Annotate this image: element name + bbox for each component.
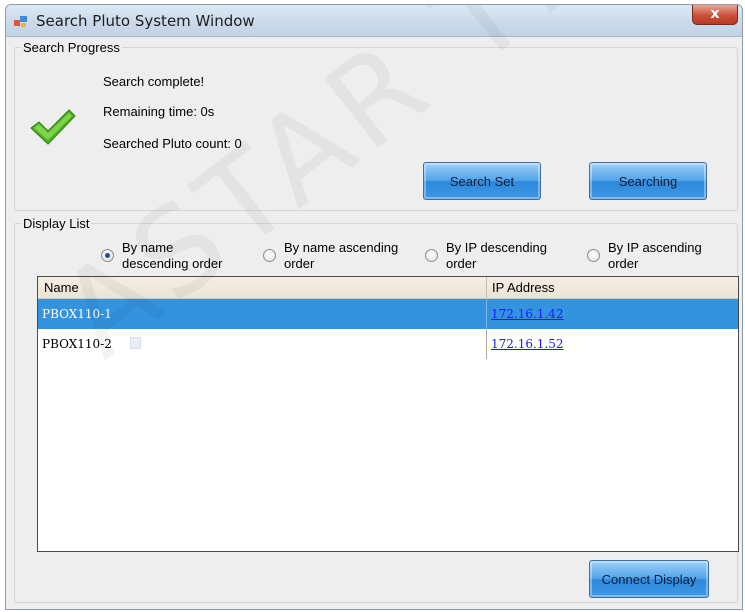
row-marker: [130, 337, 141, 349]
ip-address-link[interactable]: 172.16.1.42: [491, 307, 564, 321]
ip-address-link[interactable]: 172.16.1.52: [491, 337, 564, 351]
column-header-name[interactable]: Name: [44, 280, 79, 295]
column-divider[interactable]: [486, 277, 487, 299]
radio-button-icon: [263, 249, 276, 262]
device-list-view[interactable]: Name IP Address PBOX110-1 172.16.1.42 PB…: [37, 276, 739, 552]
radio-label: By name ascending order: [284, 240, 399, 271]
search-status-text: Search complete!: [103, 74, 205, 89]
searching-button[interactable]: Searching: [589, 162, 707, 200]
sort-name-asc-radio[interactable]: By name ascending order: [263, 240, 414, 272]
sort-name-desc-radio[interactable]: By name descending order: [101, 240, 238, 272]
radio-label: By name descending order: [122, 240, 223, 271]
connect-display-button[interactable]: Connect Display: [589, 560, 709, 598]
radio-label: By IP ascending order: [608, 240, 702, 271]
sort-ip-desc-radio[interactable]: By IP descending order: [425, 240, 566, 272]
search-progress-group: Search Progress Search complete! Remaini…: [14, 40, 738, 211]
column-header-ip[interactable]: IP Address: [492, 280, 555, 295]
search-progress-legend: Search Progress: [21, 40, 122, 55]
search-set-button[interactable]: Search Set: [423, 162, 541, 200]
check-icon: [30, 109, 76, 145]
app-icon: [14, 16, 27, 27]
window-title: Search Pluto System Window: [36, 12, 255, 30]
row-divider: [486, 299, 487, 329]
radio-button-icon: [587, 249, 600, 262]
remaining-time-text: Remaining time: 0s: [103, 104, 215, 119]
device-name-cell: PBOX110-2: [42, 337, 112, 351]
list-header: Name IP Address: [38, 277, 738, 299]
device-name-cell: PBOX110-1: [42, 307, 112, 321]
radio-button-icon: [101, 249, 114, 262]
table-row[interactable]: PBOX110-1 172.16.1.42: [38, 299, 738, 329]
radio-label: By IP descending order: [446, 240, 547, 271]
pluto-count-text: Searched Pluto count: 0: [103, 136, 242, 151]
display-list-group: Display List By name descending order By…: [14, 216, 739, 603]
search-pluto-window: Search Pluto System Window x Search Prog…: [5, 4, 743, 610]
close-button[interactable]: x: [692, 5, 738, 25]
display-list-legend: Display List: [21, 216, 92, 231]
radio-button-icon: [425, 249, 438, 262]
title-bar[interactable]: Search Pluto System Window x: [6, 5, 742, 37]
sort-ip-asc-radio[interactable]: By IP ascending order: [587, 240, 728, 272]
table-row[interactable]: PBOX110-2 172.16.1.52: [38, 329, 738, 359]
row-divider: [486, 329, 487, 359]
